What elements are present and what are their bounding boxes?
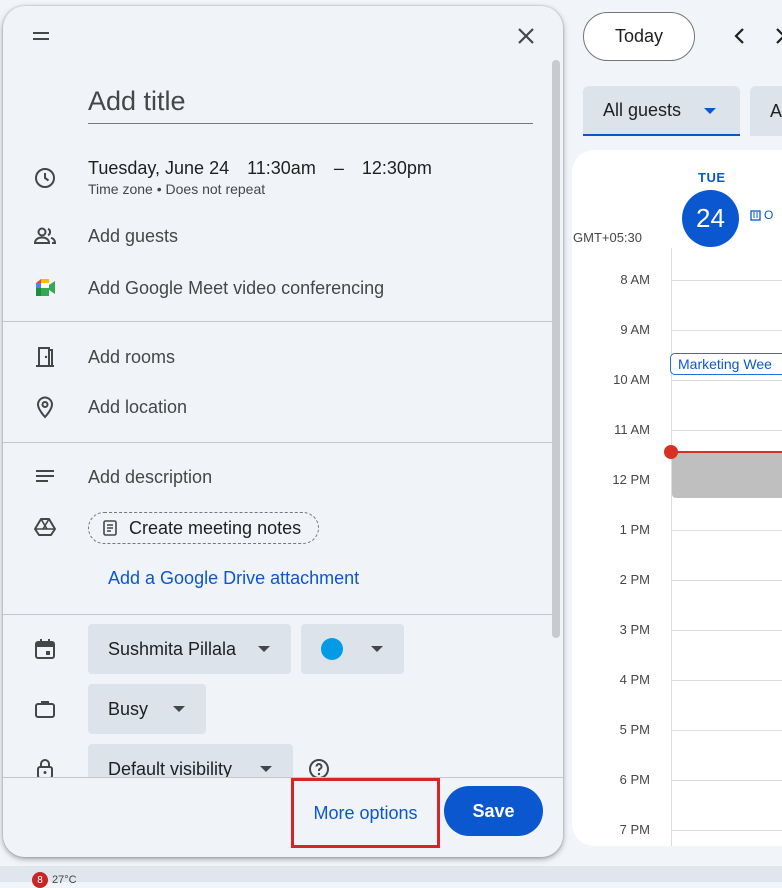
save-button[interactable]: Save — [444, 786, 543, 836]
hour-gridline — [671, 380, 782, 381]
building-icon — [750, 209, 761, 221]
create-meeting-notes-button[interactable]: Create meeting notes — [88, 512, 319, 544]
date-time-row[interactable]: Tuesday, June 24 11:30am –12:30pm — [88, 158, 450, 179]
hour-label: 3 PM — [619, 622, 650, 637]
day-name: TUE — [698, 170, 726, 185]
secondary-filter[interactable]: A — [750, 86, 782, 136]
hour-label: 6 PM — [619, 772, 650, 787]
add-rooms[interactable]: Add rooms — [88, 347, 175, 368]
clock-icon — [33, 166, 57, 190]
end-time[interactable]: 12:30pm — [362, 158, 432, 178]
hour-gridline — [671, 280, 782, 281]
caret-down-icon — [703, 104, 717, 118]
draft-event-block[interactable] — [672, 453, 782, 498]
description-lines-icon — [33, 465, 57, 489]
os-taskbar — [0, 866, 782, 882]
dialog-scrollbar[interactable] — [552, 60, 560, 638]
today-button[interactable]: Today — [583, 12, 695, 61]
hour-label: 4 PM — [619, 672, 650, 687]
chevron-right-icon[interactable] — [768, 24, 782, 48]
add-description[interactable]: Add description — [88, 467, 212, 488]
hour-label: 8 AM — [620, 272, 650, 287]
calendar-owner-value: Sushmita Pillala — [108, 638, 237, 659]
guests-filter-label: All guests — [603, 99, 682, 120]
start-time[interactable]: 11:30am — [247, 158, 316, 178]
meeting-notes-label: Create meeting notes — [129, 517, 302, 538]
day-column-divider — [671, 248, 672, 846]
hour-gridline — [671, 330, 782, 331]
divider — [3, 442, 553, 443]
day-number[interactable]: 24 — [682, 190, 739, 247]
hour-gridline — [671, 530, 782, 531]
weather-temp: 27°C — [52, 874, 77, 886]
hour-label: 2 PM — [619, 572, 650, 587]
caret-down-icon — [259, 764, 273, 774]
hour-label: 7 PM — [619, 822, 650, 837]
divider — [3, 614, 553, 615]
timezone-label: GMT+05:30 — [573, 230, 643, 245]
hour-label: 9 AM — [620, 322, 650, 337]
google-meet-icon[interactable] — [33, 276, 57, 300]
current-time-line — [671, 451, 782, 453]
add-location[interactable]: Add location — [88, 397, 187, 418]
people-icon — [33, 224, 57, 248]
drag-handle-icon[interactable] — [29, 24, 53, 48]
event-color-swatch — [321, 638, 343, 660]
briefcase-icon — [33, 697, 57, 721]
quick-event-dialog: Add title Tuesday, June 24 11:30am –12:30p… — [3, 6, 563, 857]
event-date[interactable]: Tuesday, June 24 — [88, 158, 229, 178]
title-underline — [88, 123, 533, 124]
hour-label: 5 PM — [619, 722, 650, 737]
all-guests-filter[interactable]: All guests — [583, 86, 740, 136]
availability-select[interactable]: Busy — [88, 684, 206, 734]
hour-gridline — [671, 830, 782, 831]
hour-gridline — [671, 430, 782, 431]
hour-label: 10 AM — [613, 372, 650, 387]
add-meet-conferencing[interactable]: Add Google Meet video conferencing — [88, 278, 384, 299]
hour-label: 11 AM — [614, 422, 650, 437]
availability-value: Busy — [108, 698, 149, 719]
day-grid: TUE 24 O GMT+05:30 8 AM 9 AM 10 AM 11 AM 12 … — [572, 150, 782, 846]
hour-label: 12 PM — [612, 472, 650, 487]
add-drive-attachment-link[interactable]: Add a Google Drive attachment — [108, 568, 359, 589]
more-options-button[interactable]: More options — [291, 778, 440, 848]
close-icon[interactable] — [514, 24, 538, 48]
weather-widget[interactable]: 8 27°C — [32, 872, 77, 888]
caret-down-icon — [172, 704, 186, 714]
all-day-chip[interactable]: O — [750, 208, 773, 222]
location-pin-icon — [33, 395, 57, 419]
time-dash: – — [333, 158, 344, 178]
calendar-icon — [33, 637, 57, 661]
chevron-left-icon[interactable] — [728, 24, 752, 48]
caret-down-icon — [370, 644, 384, 654]
divider — [3, 321, 553, 322]
hour-gridline — [671, 630, 782, 631]
all-day-chip-label: O — [764, 208, 774, 222]
event-marketing[interactable]: Marketing Wee — [670, 353, 782, 375]
hour-gridline — [671, 730, 782, 731]
add-guests[interactable]: Add guests — [88, 226, 178, 247]
timezone-repeat[interactable]: Time zone • Does not repeat — [88, 181, 265, 197]
hour-gridline — [671, 780, 782, 781]
hour-gridline — [671, 580, 782, 581]
door-icon — [33, 345, 57, 369]
notes-doc-icon — [101, 519, 119, 537]
current-time-dot — [664, 445, 678, 459]
weather-badge: 8 — [32, 872, 48, 888]
title-input[interactable]: Add title — [88, 86, 186, 117]
secondary-filter-label: A — [770, 100, 782, 121]
event-color-select[interactable] — [301, 624, 404, 674]
caret-down-icon — [257, 644, 271, 654]
hour-gridline — [671, 680, 782, 681]
dialog-footer: More options Save — [3, 777, 563, 857]
calendar-owner-select[interactable]: Sushmita Pillala — [88, 624, 291, 674]
drive-icon — [33, 515, 57, 539]
hour-label: 1 PM — [619, 522, 650, 537]
